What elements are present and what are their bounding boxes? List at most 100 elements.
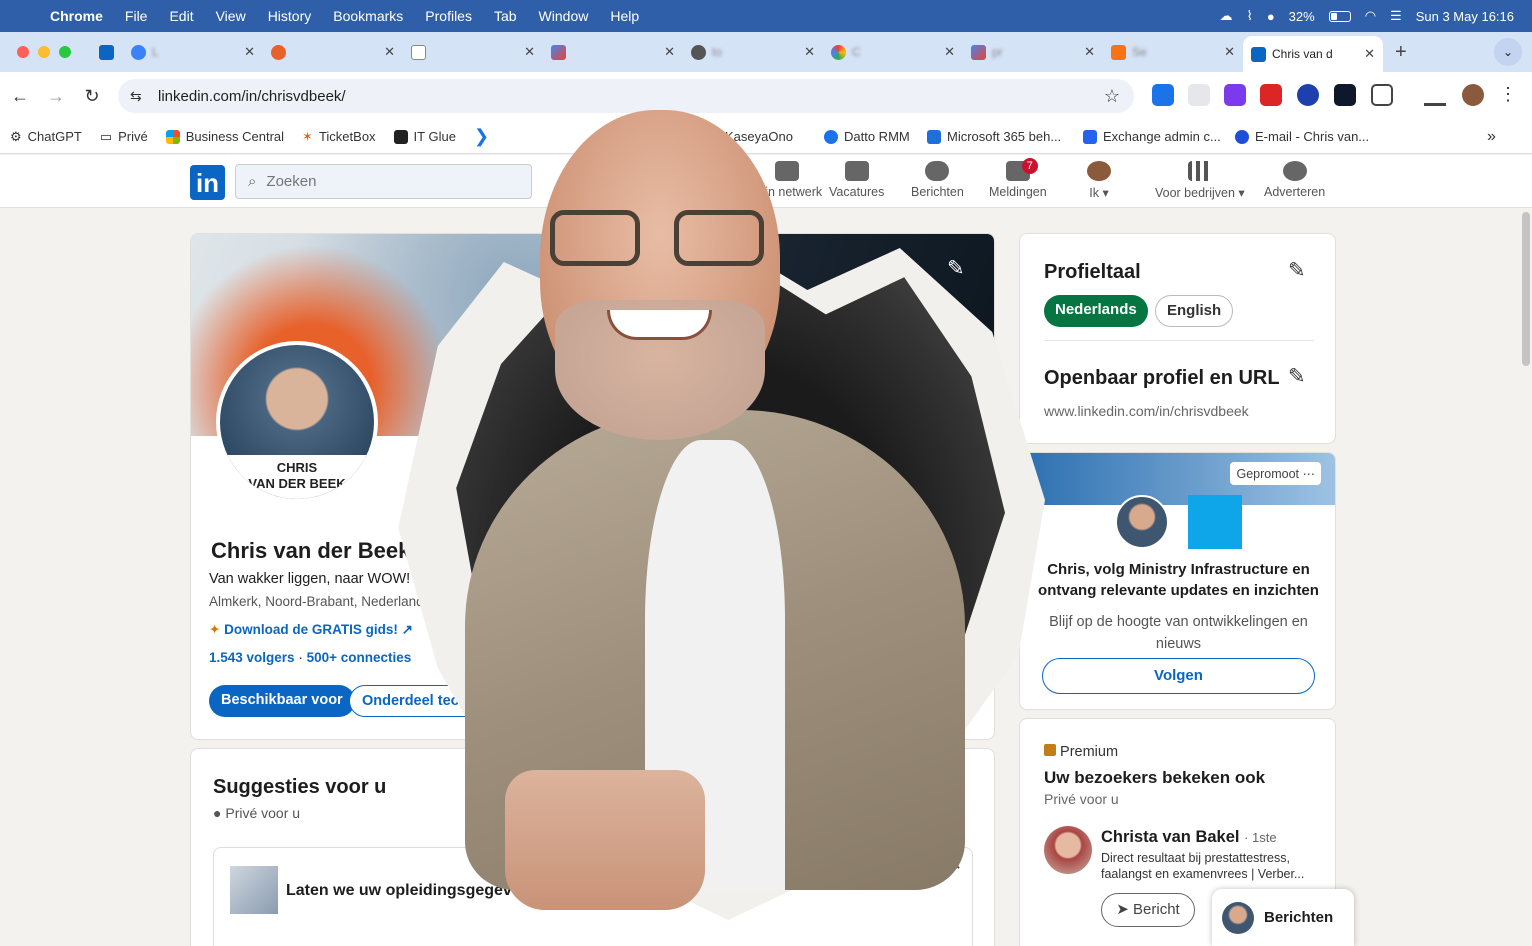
visitor-name-row[interactable]: Christa van Bakel · 1ste [1101, 828, 1277, 847]
nav-advertise[interactable]: Adverteren [1264, 161, 1325, 199]
dismiss-close-icon[interactable]: ✕ [947, 854, 962, 875]
visitor-name[interactable]: Christa van Bakel [1101, 828, 1239, 846]
profile-avatar[interactable] [1462, 84, 1484, 106]
minimize-window-button[interactable] [38, 46, 50, 58]
tab-1[interactable]: L ✕ [123, 36, 263, 68]
menubar-clock[interactable]: Sun 3 May 16:16 [1416, 9, 1514, 24]
close-tab-icon[interactable]: ✕ [384, 44, 395, 60]
language-nederlands-button[interactable]: Nederlands [1044, 295, 1148, 327]
tab-search-chevron-icon[interactable]: ⌄ [1494, 38, 1522, 66]
connections-link[interactable]: 500+ connecties [307, 650, 412, 665]
gift-link-row[interactable]: ✦ Download de GRATIS gids! ↗ [209, 622, 413, 638]
nav-notifications[interactable]: 7 Meldingen [989, 158, 1047, 199]
close-tab-icon[interactable]: ✕ [244, 44, 255, 60]
tab-5[interactable]: to ✕ [683, 36, 823, 68]
wifi-icon[interactable]: ◠ [1365, 8, 1376, 24]
menu-help[interactable]: Help [599, 8, 650, 24]
bookmark-chatgpt[interactable]: ⚙ ChatGPT [0, 129, 91, 145]
download-icon[interactable] [1424, 84, 1446, 106]
bookmark-prive[interactable]: ▭ Privé [91, 129, 157, 145]
contact-info-link[interactable]: Contactgegeven [436, 594, 541, 609]
visitor-avatar[interactable] [1044, 826, 1092, 874]
address-url[interactable]: linkedin.com/in/chrisvdbeek/ [158, 88, 346, 105]
menu-app-name[interactable]: Chrome [46, 8, 114, 24]
close-tab-icon[interactable]: ✕ [1364, 46, 1375, 62]
close-tab-icon[interactable]: ✕ [524, 44, 535, 60]
close-tab-icon[interactable]: ✕ [804, 44, 815, 60]
linkedin-logo-icon[interactable]: in [190, 165, 225, 200]
chrome-menu-icon[interactable]: ⋮ [1490, 84, 1526, 105]
bookmark-exchange[interactable]: Exchange admin c... [1074, 129, 1230, 144]
zoom-window-button[interactable] [59, 46, 71, 58]
page-scrollbar[interactable] [1522, 212, 1530, 366]
add-section-button[interactable]: Onderdeel teovoegen [349, 685, 524, 717]
follow-button[interactable]: Volgen [1042, 658, 1315, 694]
menu-edit[interactable]: Edit [158, 8, 204, 24]
extension-d-icon[interactable] [1224, 84, 1246, 106]
close-tab-icon[interactable]: ✕ [1084, 44, 1095, 60]
extension-translate-icon[interactable] [1152, 84, 1174, 106]
forward-arrow-icon[interactable]: → [38, 86, 74, 107]
menu-window[interactable]: Window [528, 8, 600, 24]
tab-2[interactable]: ✕ [263, 36, 403, 68]
reload-icon[interactable]: ↻ [74, 86, 110, 107]
wifi-alert-icon[interactable]: ☁ [1219, 8, 1232, 24]
tab-7[interactable]: pr ✕ [963, 36, 1103, 68]
bookmark-datto-rmm[interactable]: Datto RMM [815, 129, 919, 144]
search-box[interactable]: ⌕ [235, 164, 532, 199]
address-bar[interactable]: ⇆ linkedin.com/in/chrisvdbeek/ ☆ [118, 79, 1134, 113]
tab-pinned-linkedin[interactable] [89, 36, 123, 68]
search-input[interactable] [266, 173, 507, 190]
bookmarks-overflow-icon[interactable]: » [1478, 128, 1505, 146]
menu-bookmarks[interactable]: Bookmarks [322, 8, 414, 24]
nav-for-business[interactable]: Voor bedrijven ▾ [1155, 161, 1245, 200]
menu-view[interactable]: View [205, 8, 257, 24]
edit-url-pencil-icon[interactable]: ✎ [1288, 364, 1306, 389]
open-to-button[interactable]: Beschikbaar voor [209, 685, 355, 717]
menu-tab[interactable]: Tab [483, 8, 528, 24]
close-tab-icon[interactable]: ✕ [664, 44, 675, 60]
tab-4[interactable]: ✕ [543, 36, 683, 68]
download-guide-link[interactable]: Download de GRATIS gids! [224, 622, 398, 637]
tab-6[interactable]: C ✕ [823, 36, 963, 68]
nav-me[interactable]: Ik ▾ [1087, 161, 1111, 200]
profile-photo[interactable]: CHRIS VAN DER BEEK [216, 341, 378, 503]
extension-noe-icon[interactable] [1260, 84, 1282, 106]
tab-3[interactable]: ✕ [403, 36, 543, 68]
verified-shield-icon[interactable] [418, 542, 436, 560]
tab-active-linkedin[interactable]: Chris van d ✕ [1243, 36, 1383, 72]
menu-file[interactable]: File [114, 8, 159, 24]
bookmark-kaseyaone[interactable]: KaseyaOno [716, 129, 802, 144]
edit-cover-pencil-icon[interactable]: ✎ [947, 256, 965, 281]
followers-link[interactable]: 1.543 volgers [209, 650, 295, 665]
back-arrow-icon[interactable]: ← [2, 86, 38, 107]
bookmark-m365[interactable]: Microsoft 365 beh... [918, 129, 1070, 144]
bookmark-chevron[interactable]: ❯ [465, 126, 498, 147]
menu-history[interactable]: History [257, 8, 323, 24]
bookmark-email[interactable]: E-mail - Chris van... [1226, 129, 1378, 144]
promoted-badge[interactable]: Gepromoot ⋯ [1230, 462, 1321, 485]
message-button[interactable]: ➤ Bericht [1101, 893, 1195, 927]
edit-language-pencil-icon[interactable]: ✎ [1288, 258, 1306, 283]
bookmark-ticketbox[interactable]: ✶ TicketBox [293, 129, 385, 145]
tab-8[interactable]: Se ✕ [1103, 36, 1243, 68]
extensions-puzzle-icon[interactable] [1371, 84, 1393, 106]
menu-profiles[interactable]: Profiles [414, 8, 483, 24]
dot-icon[interactable]: ● [1267, 9, 1275, 24]
battery-icon[interactable] [1328, 10, 1351, 22]
extension-globe-icon[interactable] [1297, 84, 1319, 106]
close-tab-icon[interactable]: ✕ [944, 44, 955, 60]
nav-jobs[interactable]: Vacatures [829, 161, 884, 199]
bookmark-business-central[interactable]: Business Central [157, 129, 293, 144]
language-english-button[interactable]: English [1155, 295, 1234, 327]
nav-messaging[interactable]: Berichten [911, 161, 964, 199]
nav-network[interactable]: Mijn netwerk [752, 161, 822, 199]
messaging-widget[interactable]: Berichten [1212, 889, 1354, 946]
extension-chatgpt-icon[interactable] [1334, 84, 1356, 106]
new-tab-button[interactable]: + [1383, 41, 1419, 64]
bookmark-it-glue[interactable]: IT Glue [385, 129, 465, 144]
close-window-button[interactable] [17, 46, 29, 58]
site-settings-icon[interactable]: ⇆ [130, 88, 156, 105]
bookmark-star-icon[interactable]: ☆ [1104, 86, 1120, 107]
paperclip-icon[interactable]: ⌇ [1246, 8, 1252, 24]
